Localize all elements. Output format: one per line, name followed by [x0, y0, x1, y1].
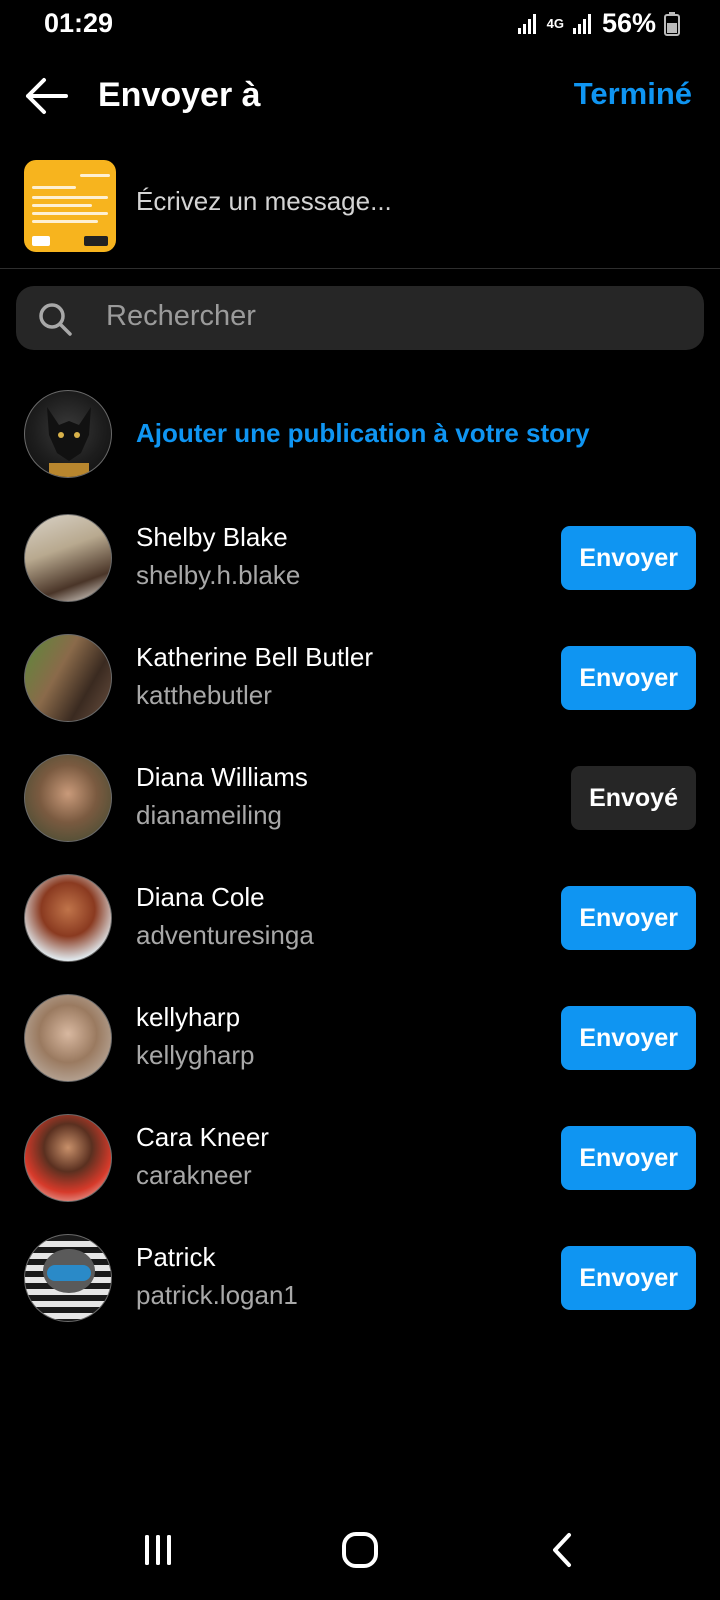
avatar	[24, 514, 112, 602]
contact-username: adventuresinga	[136, 920, 314, 950]
story-avatar	[24, 390, 112, 478]
avatar	[24, 994, 112, 1082]
contact-username: shelby.h.blake	[136, 560, 301, 590]
avatar	[24, 754, 112, 842]
contact-row: Diana Cole adventuresinga Envoyer	[0, 868, 720, 968]
back-button[interactable]	[22, 74, 74, 118]
arrow-left-icon	[22, 78, 70, 122]
contact-name: kellyharp	[136, 1002, 241, 1032]
contact-username: dianameiling	[136, 800, 282, 830]
nav-back-button[interactable]	[532, 1530, 592, 1574]
compose-area	[0, 158, 720, 269]
contact-name: Shelby Blake	[136, 522, 288, 552]
status-icons: 4G 56%	[517, 8, 680, 39]
status-time: 01:29	[44, 8, 114, 38]
status-bar: 01:29 4G 56%	[0, 0, 720, 50]
battery-icon	[664, 11, 680, 36]
contact-row: kellyharp kellygharp Envoyer	[0, 988, 720, 1088]
add-to-story-row[interactable]: Ajouter une publication à votre story	[0, 388, 720, 480]
contact-name: Diana Cole	[136, 882, 265, 912]
network-type: 4G	[546, 16, 564, 31]
contact-row: Katherine Bell Butler katthebutler Envoy…	[0, 628, 720, 728]
contact-row: Patrick patrick.logan1 Envoyer	[0, 1228, 720, 1328]
sent-button[interactable]: Envoyé	[571, 766, 696, 830]
home-button[interactable]	[330, 1530, 390, 1574]
avatar	[24, 1234, 112, 1322]
contact-name: Diana Williams	[136, 762, 308, 792]
contact-username: patrick.logan1	[136, 1280, 298, 1310]
send-button[interactable]: Envoyer	[561, 1246, 696, 1310]
recents-button[interactable]	[128, 1530, 188, 1574]
contact-name: Cara Kneer	[136, 1122, 269, 1152]
search-input[interactable]	[106, 300, 686, 333]
contact-row: Cara Kneer carakneer Envoyer	[0, 1108, 720, 1208]
send-button[interactable]: Envoyer	[561, 646, 696, 710]
search-bar[interactable]	[16, 286, 704, 350]
avatar	[24, 634, 112, 722]
home-icon	[340, 1530, 380, 1575]
contact-name: Patrick	[136, 1242, 216, 1272]
battery-percent: 56%	[601, 8, 656, 38]
signal-icon-2	[572, 13, 594, 35]
avatar	[24, 874, 112, 962]
contact-row: Shelby Blake shelby.h.blake Envoyer	[0, 508, 720, 608]
contact-row: Diana Williams dianameiling Envoyé	[0, 748, 720, 848]
page-title: Envoyer à	[98, 76, 261, 114]
chevron-left-icon	[547, 1530, 577, 1575]
done-button[interactable]: Terminé	[574, 76, 692, 112]
avatar	[24, 1114, 112, 1202]
send-button[interactable]: Envoyer	[561, 526, 696, 590]
contact-username: katthebutler	[136, 680, 272, 710]
message-input[interactable]	[136, 186, 676, 217]
system-nav-bar	[0, 1500, 720, 1600]
post-thumbnail	[24, 160, 116, 252]
send-button[interactable]: Envoyer	[561, 1126, 696, 1190]
contact-name: Katherine Bell Butler	[136, 642, 374, 672]
signal-icon	[517, 13, 539, 35]
send-button[interactable]: Envoyer	[561, 1006, 696, 1070]
contact-username: kellygharp	[136, 1040, 255, 1070]
recents-icon	[140, 1532, 176, 1573]
header: Envoyer à Terminé	[0, 60, 720, 132]
send-button[interactable]: Envoyer	[561, 886, 696, 950]
add-to-story-label: Ajouter une publication à votre story	[136, 418, 590, 448]
contact-username: carakneer	[136, 1160, 252, 1190]
